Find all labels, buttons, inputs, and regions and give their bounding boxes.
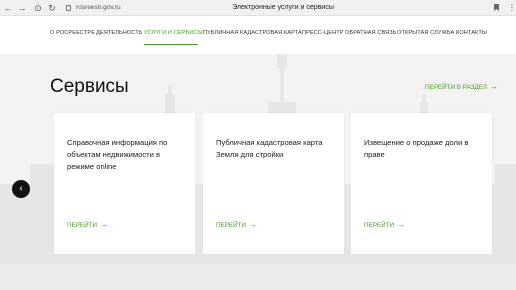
service-card[interactable]: Справочная информация по объектам недвиж… [54, 113, 195, 254]
service-card-link[interactable]: ПЕРЕЙТИ → [67, 220, 108, 229]
service-card-link[interactable]: ПЕРЕЙТИ → [364, 220, 405, 229]
service-card[interactable]: Извещение о продаже доли в праве ПЕРЕЙТИ… [351, 113, 492, 254]
nav-item-contacts[interactable]: КОНТАКТЫ [456, 30, 487, 36]
arrow-right-icon: → [490, 82, 499, 91]
section-title: Сервисы [50, 76, 129, 97]
main-navigation: О РОСРЕЕСТРЕ ДЕЯТЕЛЬНОСТЬ УСЛУГИ И СЕРВИ… [0, 16, 516, 54]
arrow-right-icon: → [249, 220, 258, 229]
browser-toolbar: ← → ⊙ ↻ rosreestr.gov.ru Электронные усл… [0, 0, 516, 16]
carousel-prev-button[interactable]: ‹ [12, 180, 30, 198]
services-section: Сервисы ПЕРЕЙТИ В РАЗДЕЛ → Справочная инф… [0, 54, 516, 290]
service-card-link[interactable]: ПЕРЕЙТИ → [216, 220, 257, 229]
service-card-title: Справочная информация по объектам недвиж… [67, 138, 168, 171]
service-card-title: Публичная кадастровая карта Земля для ст… [216, 138, 323, 159]
arrow-right-icon: → [397, 220, 406, 229]
go-to-section-link[interactable]: ПЕРЕЙТИ В РАЗДЕЛ → [425, 82, 498, 91]
active-tab-indicator [144, 44, 198, 45]
service-card-title: Извещение о продаже доли в праве [364, 138, 469, 159]
browser-menu-icon[interactable]: ⋮ [508, 3, 516, 13]
tab-title: Электронные услуги и сервисы [232, 4, 334, 11]
nav-item-activity[interactable]: ДЕЯТЕЛЬНОСТЬ [96, 30, 143, 36]
service-card-link-label: ПЕРЕЙТИ [67, 222, 98, 229]
service-card-link-label: ПЕРЕЙТИ [216, 222, 247, 229]
nav-item-services[interactable]: УСЛУГИ И СЕРВИСЫ [144, 30, 203, 36]
service-card[interactable]: Публичная кадастровая карта Земля для ст… [203, 113, 344, 254]
nav-item-cadastral-map[interactable]: ПУБЛИЧНАЯ КАДАСТРОВАЯ КАРТА [203, 30, 302, 36]
arrow-right-icon: → [100, 220, 109, 229]
nav-item-about[interactable]: О РОСРЕЕСТРЕ [50, 30, 95, 36]
nav-item-feedback[interactable]: ОБРАТНАЯ СВЯЗЬ [345, 30, 397, 36]
nav-item-open-service[interactable]: ОТКРЫТАЯ СЛУЖБА [397, 30, 454, 36]
service-card-link-label: ПЕРЕЙТИ [364, 222, 395, 229]
nav-item-press-center[interactable]: ПРЕСС-ЦЕНТР [302, 30, 344, 36]
go-to-section-label: ПЕРЕЙТИ В РАЗДЕЛ [425, 84, 488, 91]
